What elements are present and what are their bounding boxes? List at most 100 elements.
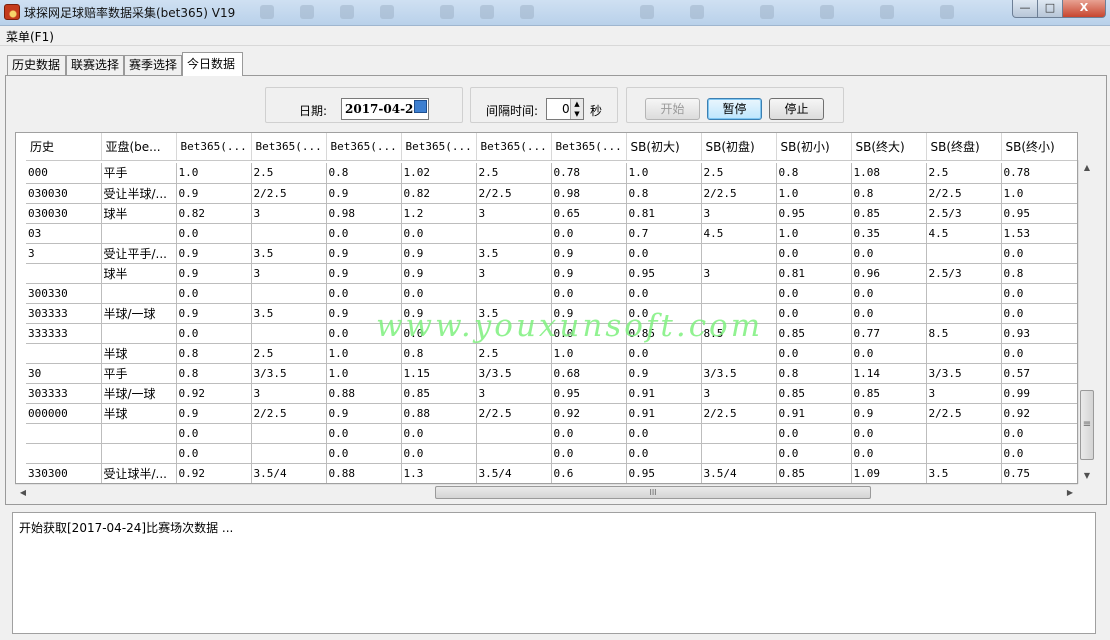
table-cell: 0.92 [176,463,252,483]
table-cell: 1.08 [851,163,927,184]
background-icon [340,5,354,19]
table-row[interactable]: 000000 半球 0.9 2/2.5 0.9 0.88 2/2.5 0.92 0.91 2/2.… [26,403,1077,424]
table-cell: 0.57 [1001,363,1077,384]
table-cell: 333333 [26,323,102,344]
data-grid[interactable]: 历史 亚盘(be... Bet365(... Bet365(... Bet365(...… [15,132,1078,484]
vertical-scrollbar[interactable]: ▲ ≡ ▼ [1078,160,1094,484]
table-row[interactable]: 0.0 0.0 0.0 0.0 0.0 0.0 0.0 0.0 [26,423,1077,444]
close-button[interactable]: X [1062,0,1106,18]
table-row[interactable]: 0.0 0.0 0.0 0.0 0.0 0.0 0.0 0.0 [26,443,1077,464]
minimize-button[interactable]: — [1012,0,1038,18]
table-cell: 3 [476,203,552,224]
column-header[interactable]: 历史 [26,133,102,161]
table-cell: 03 [26,223,102,244]
table-cell: 30 [26,363,102,384]
table-row[interactable]: 000 平手 1.0 2.5 0.8 1.02 2.5 0.78 1.0 2.5 0.8 1.08 2.… [26,163,1077,184]
column-header[interactable]: SB(初小) [776,133,852,161]
column-header[interactable]: SB(初盘) [701,133,777,161]
column-header[interactable]: Bet365(... [551,133,627,161]
table-cell: 0.9 [176,303,252,324]
scroll-down-icon[interactable]: ▼ [1079,468,1095,484]
start-button[interactable]: 开始 [645,98,700,120]
table-cell: 1.0 [1001,183,1077,204]
column-header[interactable]: SB(初大) [626,133,702,161]
table-cell: 0.8 [326,163,402,184]
background-icon [690,5,704,19]
scroll-up-icon[interactable]: ▲ [1079,160,1095,176]
table-cell [701,343,777,364]
table-cell: 0.0 [626,243,702,264]
table-cell: 300330 [26,283,102,304]
table-cell: 0.0 [551,443,627,464]
table-row[interactable]: 球半 0.9 3 0.9 0.9 3 0.9 0.95 3 0.81 0.96 2.5/3 0.8 [26,263,1077,284]
column-header[interactable]: Bet365(... [251,133,327,161]
tab-history[interactable]: 历史数据 [7,55,66,75]
table-cell: 0.88 [401,403,477,424]
horizontal-scroll-thumb[interactable]: III [435,486,871,499]
table-cell: 0.8 [626,183,702,204]
background-icon [380,5,394,19]
table-cell: 030030 [26,203,102,224]
table-cell: 2/2.5 [476,403,552,424]
table-cell: 0.85 [776,323,852,344]
table-cell: 2/2.5 [701,183,777,204]
table-cell: 0.0 [551,283,627,304]
horizontal-scrollbar[interactable]: ◀ III ▶ [15,484,1078,500]
table-cell: 0.95 [626,263,702,284]
background-icon [300,5,314,19]
table-row[interactable]: 半球 0.8 2.5 1.0 0.8 2.5 1.0 0.0 0.0 0.0 0.0 [26,343,1077,364]
column-header[interactable]: SB(终大) [851,133,927,161]
stop-button[interactable]: 停止 [769,98,824,120]
table-cell: 3 [476,263,552,284]
menu-bar: 菜单(F1) [0,26,1110,46]
spin-up-icon[interactable]: ▲ [571,99,583,109]
column-header[interactable]: Bet365(... [401,133,477,161]
table-cell: 0.95 [626,463,702,483]
scroll-right-icon[interactable]: ▶ [1062,485,1078,501]
table-cell [251,283,327,304]
table-row[interactable]: 30 平手 0.8 3/3.5 1.0 1.15 3/3.5 0.68 0.9 3/3.5 0.8 1… [26,363,1077,384]
table-cell: 平手 [101,363,177,384]
table-cell: 0.0 [776,443,852,464]
pause-button[interactable]: 暂停 [707,98,762,120]
tab-today-data[interactable]: 今日数据 [182,52,243,76]
table-cell: 0.98 [551,183,627,204]
tab-league-select[interactable]: 联赛选择 [66,55,124,75]
table-cell: 0.0 [1001,423,1077,444]
table-cell: 0.9 [551,303,627,324]
spin-down-icon[interactable]: ▼ [571,109,583,119]
vertical-scroll-thumb[interactable]: ≡ [1080,390,1094,460]
table-row[interactable]: 330300 受让球半/... 0.92 3.5/4 0.88 1.3 3.5/4 0.6 0.… [26,463,1077,483]
maximize-button[interactable]: □ [1037,0,1063,18]
table-cell: 3.5 [476,243,552,264]
table-cell: 3/3.5 [926,363,1002,384]
table-row[interactable]: 030030 球半 0.82 3 0.98 1.2 3 0.65 0.81 3 0.95 0.85 2.… [26,203,1077,224]
table-row[interactable]: 303333 半球/一球 0.92 3 0.88 0.85 3 0.95 0.91 3 0.85 0.… [26,383,1077,404]
table-row[interactable]: 030030 受让半球/... 0.9 2/2.5 0.9 0.82 2/2.5 0.98 0.… [26,183,1077,204]
interval-stepper[interactable]: ▲ ▼ [570,99,583,119]
table-cell: 3/3.5 [701,363,777,384]
column-header[interactable]: Bet365(... [176,133,252,161]
table-row[interactable]: 3 受让平手/... 0.9 3.5 0.9 0.9 3.5 0.9 0.0 0.0 0.0 0.0 [26,243,1077,264]
table-cell: 0.0 [401,443,477,464]
table-cell: 0.85 [776,383,852,404]
table-cell [476,323,552,344]
table-cell: 球半 [101,263,177,284]
column-header[interactable]: SB(终小) [1001,133,1077,161]
column-header[interactable]: 亚盘(be... [101,133,177,161]
column-header[interactable]: Bet365(... [326,133,402,161]
table-cell: 303333 [26,303,102,324]
tab-season-select[interactable]: 赛季选择 [124,55,182,75]
table-cell: 0.85 [851,203,927,224]
table-cell: 0.0 [401,283,477,304]
log-panel[interactable]: 开始获取[2017-04-24]比赛场次数据 ... [12,512,1096,634]
scroll-left-icon[interactable]: ◀ [15,485,31,501]
table-row[interactable]: 303333 半球/一球 0.9 3.5 0.9 0.9 3.5 0.9 0.0 0.0 0.0 0.… [26,303,1077,324]
menu-item-main[interactable]: 菜单(F1) [6,28,54,45]
table-row[interactable]: 300330 0.0 0.0 0.0 0.0 0.0 0.0 0.0 0.0 [26,283,1077,304]
column-header[interactable]: Bet365(... [476,133,552,161]
calendar-icon[interactable] [414,100,427,113]
column-header[interactable]: SB(终盘) [926,133,1002,161]
table-row[interactable]: 03 0.0 0.0 0.0 0.0 0.7 4.5 1.0 0.35 4.5 1.53 [26,223,1077,244]
table-row[interactable]: 333333 0.0 0.0 0.0 0.0 0.85 8.5 0.85 0.77 8.5 0.93 [26,323,1077,344]
